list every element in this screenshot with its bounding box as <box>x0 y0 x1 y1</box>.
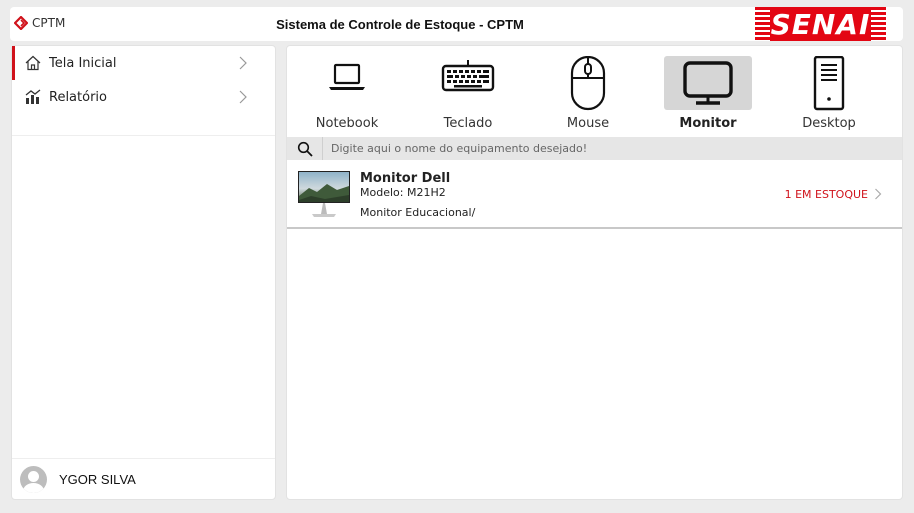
category-teclado[interactable]: Teclado <box>424 56 512 136</box>
item-title: Monitor Dell <box>360 171 451 186</box>
senai-logo-text: SENAI <box>769 7 872 41</box>
page-title: Sistema de Controle de Estoque - CPTM <box>276 17 524 32</box>
laptop-icon <box>329 63 365 90</box>
category-label: Monitor <box>679 116 737 131</box>
category-notebook[interactable]: Notebook <box>303 56 391 136</box>
user-name: YGOR SILVA <box>59 471 136 487</box>
search-input[interactable] <box>323 137 902 160</box>
chevron-right-icon <box>875 188 882 200</box>
monitor-thumbnail <box>298 171 350 217</box>
category-mouse[interactable]: Mouse <box>544 56 632 136</box>
category-label: Desktop <box>802 116 856 131</box>
app-header: CPTM Sistema de Controle de Estoque - CP… <box>10 7 903 41</box>
category-bar: Notebook Teclado Mouse Monitor Desktop <box>287 46 902 137</box>
avatar-icon <box>20 465 47 493</box>
list-item[interactable]: Monitor Dell Modelo: M21H2 Monitor Educa… <box>287 161 902 229</box>
desktop-tower-icon <box>813 56 845 111</box>
monitor-icon <box>683 61 733 105</box>
category-label: Mouse <box>566 116 610 131</box>
sidebar-item-label: Relatório <box>49 89 107 105</box>
category-monitor[interactable]: Monitor <box>664 56 752 136</box>
item-model: Modelo: M21H2 <box>360 186 446 199</box>
category-label: Teclado <box>443 116 493 131</box>
senai-logo: SENAI <box>755 7 886 41</box>
category-label: Notebook <box>315 116 379 131</box>
category-desktop[interactable]: Desktop <box>785 56 873 136</box>
search-icon[interactable] <box>287 137 323 160</box>
chart-icon <box>25 89 41 104</box>
sidebar-item-relatorio[interactable]: Relatório <box>12 80 275 114</box>
sidebar-item-label: Tela Inicial <box>49 55 117 71</box>
sidebar: Tela Inicial Relatório YGOR SILVA <box>11 45 276 500</box>
search-bar <box>287 137 902 160</box>
stock-status: 1 EM ESTOQUE <box>784 188 868 201</box>
chevron-right-icon <box>239 90 247 104</box>
home-icon <box>25 55 41 71</box>
keyboard-icon <box>441 60 495 92</box>
sidebar-item-tela-inicial[interactable]: Tela Inicial <box>12 46 275 80</box>
mouse-icon <box>570 56 606 111</box>
item-description: Monitor Educacional/ <box>360 206 476 219</box>
chevron-right-icon <box>239 56 247 70</box>
user-profile[interactable]: YGOR SILVA <box>12 458 275 499</box>
main-panel: Notebook Teclado Mouse Monitor Desktop D… <box>286 45 903 500</box>
